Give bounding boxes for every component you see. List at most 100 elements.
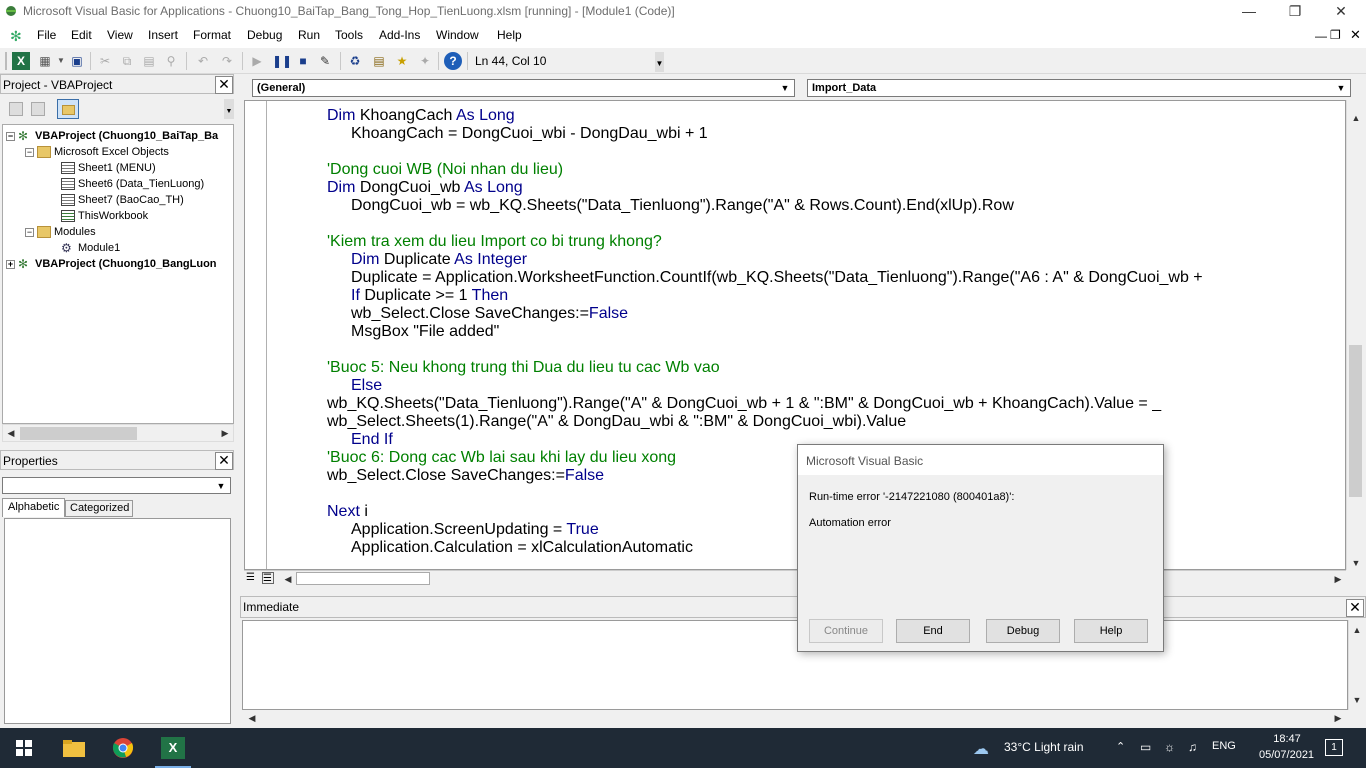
collapse-icon[interactable]: − <box>25 227 34 237</box>
scroll-left-icon[interactable]: ◀ <box>3 425 19 441</box>
code-comment-line[interactable]: 'Buoc 5: Neu khong trung thi Dua du lieu… <box>327 359 720 377</box>
scroll-thumb[interactable] <box>1349 345 1362 497</box>
code-line[interactable]: Dim DongCuoi_wb As Long <box>327 179 523 197</box>
immediate-close-icon[interactable]: ✕ <box>1346 599 1364 617</box>
properties-close-icon[interactable]: ✕ <box>215 452 233 470</box>
view-excel-icon[interactable]: X <box>12 52 30 70</box>
menu-file[interactable]: File <box>37 28 56 42</box>
properties-window-icon[interactable]: ▤ <box>370 52 388 70</box>
code-line[interactable]: Dim KhoangCach As Long <box>327 107 515 125</box>
code-line[interactable]: Duplicate = Application.WorksheetFunctio… <box>351 269 1203 287</box>
windows-start-icon[interactable] <box>16 740 32 756</box>
scroll-right-icon[interactable]: ▶ <box>1330 571 1346 587</box>
project-explorer-icon[interactable]: ♻ <box>346 52 364 70</box>
vba-menu-icon[interactable]: ✻ <box>10 28 22 45</box>
tree-node-thisworkbook[interactable]: ThisWorkbook <box>61 208 148 224</box>
object-browser-icon[interactable]: ★ <box>393 52 411 70</box>
menu-edit[interactable]: Edit <box>71 28 92 42</box>
code-line[interactable]: Next i <box>327 503 368 521</box>
tab-categorized[interactable]: Categorized <box>65 500 133 517</box>
view-object-icon[interactable] <box>31 102 45 116</box>
weather-text[interactable]: 33°C Light rain <box>1004 740 1084 754</box>
scroll-left-icon[interactable]: ◀ <box>280 571 296 587</box>
weather-icon[interactable]: ☁ <box>973 739 989 759</box>
scroll-up-icon[interactable]: ▲ <box>1348 110 1364 126</box>
menu-run[interactable]: Run <box>298 28 320 42</box>
tree-node-module1[interactable]: ⚙ Module1 <box>61 240 120 256</box>
project-hscrollbar[interactable]: ◀ ▶ <box>2 424 234 442</box>
save-icon[interactable]: ▣ <box>68 52 86 70</box>
code-line[interactable]: Dim Duplicate As Integer <box>351 251 527 269</box>
continue-button[interactable]: Continue <box>809 619 883 643</box>
tree-node-sheet6[interactable]: Sheet6 (Data_TienLuong) <box>61 176 204 192</box>
menu-format[interactable]: Format <box>193 28 231 42</box>
close-icon[interactable]: ✕ <box>1318 0 1364 24</box>
collapse-icon[interactable]: − <box>25 147 34 157</box>
tree-node-modules[interactable]: − Modules <box>25 224 96 240</box>
help-button[interactable]: Help <box>1074 619 1148 643</box>
code-comment-line[interactable]: 'Buoc 6: Dong cac Wb lai sau khi lay du … <box>327 449 676 467</box>
code-line[interactable]: wb_Select.Close SaveChanges:=False <box>327 467 604 485</box>
toolbar-options-icon[interactable]: ▼ <box>655 52 664 72</box>
battery-icon[interactable]: ▭ <box>1140 740 1151 754</box>
tree-node-sheet1[interactable]: Sheet1 (MENU) <box>61 160 156 176</box>
properties-object-select[interactable]: ▼ <box>2 477 231 494</box>
object-dropdown[interactable]: (General) ▼ <box>252 79 795 97</box>
language-indicator[interactable]: ENG <box>1212 740 1236 752</box>
child-close-icon[interactable]: ✕ <box>1350 27 1361 43</box>
immediate-hscrollbar[interactable]: ◀ ▶ <box>242 710 1348 726</box>
redo-icon[interactable]: ↷ <box>218 52 236 70</box>
scroll-thumb[interactable] <box>296 572 430 585</box>
copy-icon[interactable]: ⧉ <box>118 52 136 70</box>
wifi-icon[interactable]: ☼ <box>1164 740 1175 754</box>
code-comment-line[interactable]: 'Kiem tra xem du lieu Import co bi trung… <box>327 233 662 251</box>
design-mode-icon[interactable]: ✎ <box>316 52 334 70</box>
child-restore-icon[interactable]: ❐ <box>1330 28 1341 42</box>
code-editor[interactable]: Dim KhoangCach As Long KhoangCach = DongC… <box>244 100 1346 570</box>
menu-window[interactable]: Window <box>436 28 479 42</box>
code-comment-line[interactable]: 'Dong cuoi WB (Noi nhan du lieu) <box>327 161 563 179</box>
code-line[interactable]: End If <box>351 431 393 449</box>
code-line[interactable]: Application.Calculation = xlCalculationA… <box>351 539 693 557</box>
paste-icon[interactable]: ▤ <box>140 52 158 70</box>
code-line[interactable]: KhoangCach = DongCuoi_wbi - DongDau_wbi … <box>351 125 708 143</box>
code-line[interactable]: MsgBox "File added" <box>351 323 499 341</box>
collapse-icon[interactable]: − <box>6 131 15 141</box>
full-module-view-icon[interactable]: ☰ <box>262 572 274 584</box>
immediate-window[interactable] <box>242 620 1348 710</box>
cut-icon[interactable]: ✂ <box>96 52 114 70</box>
procedure-dropdown[interactable]: Import_Data ▼ <box>807 79 1351 97</box>
menu-view[interactable]: View <box>107 28 133 42</box>
menu-insert[interactable]: Insert <box>148 28 178 42</box>
code-line[interactable]: wb_Select.Close SaveChanges:=False <box>351 305 628 323</box>
notification-icon[interactable]: 1 <box>1325 739 1343 756</box>
toolbox-icon[interactable]: ✦ <box>416 52 434 70</box>
properties-grid[interactable] <box>4 518 231 724</box>
scroll-down-icon[interactable]: ▼ <box>1348 555 1364 571</box>
scroll-thumb[interactable] <box>20 427 137 440</box>
scroll-left-icon[interactable]: ◀ <box>244 710 260 726</box>
scroll-right-icon[interactable]: ▶ <box>1330 710 1346 726</box>
scroll-right-icon[interactable]: ▶ <box>217 425 233 441</box>
scroll-up-icon[interactable]: ▲ <box>1349 622 1365 638</box>
project-toolbar-dropdown-icon[interactable]: ▼ <box>224 99 234 119</box>
clock-date[interactable]: 05/07/2021 <box>1259 749 1314 761</box>
code-line[interactable]: Application.ScreenUpdating = True <box>351 521 599 539</box>
tree-node-excel-objects[interactable]: − Microsoft Excel Objects <box>25 144 169 160</box>
debug-button[interactable]: Debug <box>986 619 1060 643</box>
code-hscrollbar[interactable]: ☰ ☰ ◀ ▶ <box>244 570 1346 586</box>
expand-icon[interactable]: + <box>6 259 15 269</box>
tree-node-sheet7[interactable]: Sheet7 (BaoCao_TH) <box>61 192 184 208</box>
run-icon[interactable]: ▶ <box>248 52 266 70</box>
project-close-icon[interactable]: ✕ <box>215 76 233 94</box>
menu-tools[interactable]: Tools <box>335 28 363 42</box>
code-margin-indicator-bar[interactable] <box>245 101 267 569</box>
code-line[interactable]: wb_KQ.Sheets("Data_Tienluong").Range("A"… <box>327 395 1161 413</box>
code-line[interactable]: DongCuoi_wb = wb_KQ.Sheets("Data_Tienluo… <box>351 197 1014 215</box>
chrome-icon[interactable] <box>112 737 134 759</box>
menu-debug[interactable]: Debug <box>247 28 282 42</box>
end-button[interactable]: End <box>896 619 970 643</box>
toggle-folders-icon[interactable] <box>57 99 79 119</box>
code-line[interactable]: If Duplicate >= 1 Then <box>351 287 508 305</box>
child-minimize-icon[interactable]: — <box>1315 29 1327 43</box>
